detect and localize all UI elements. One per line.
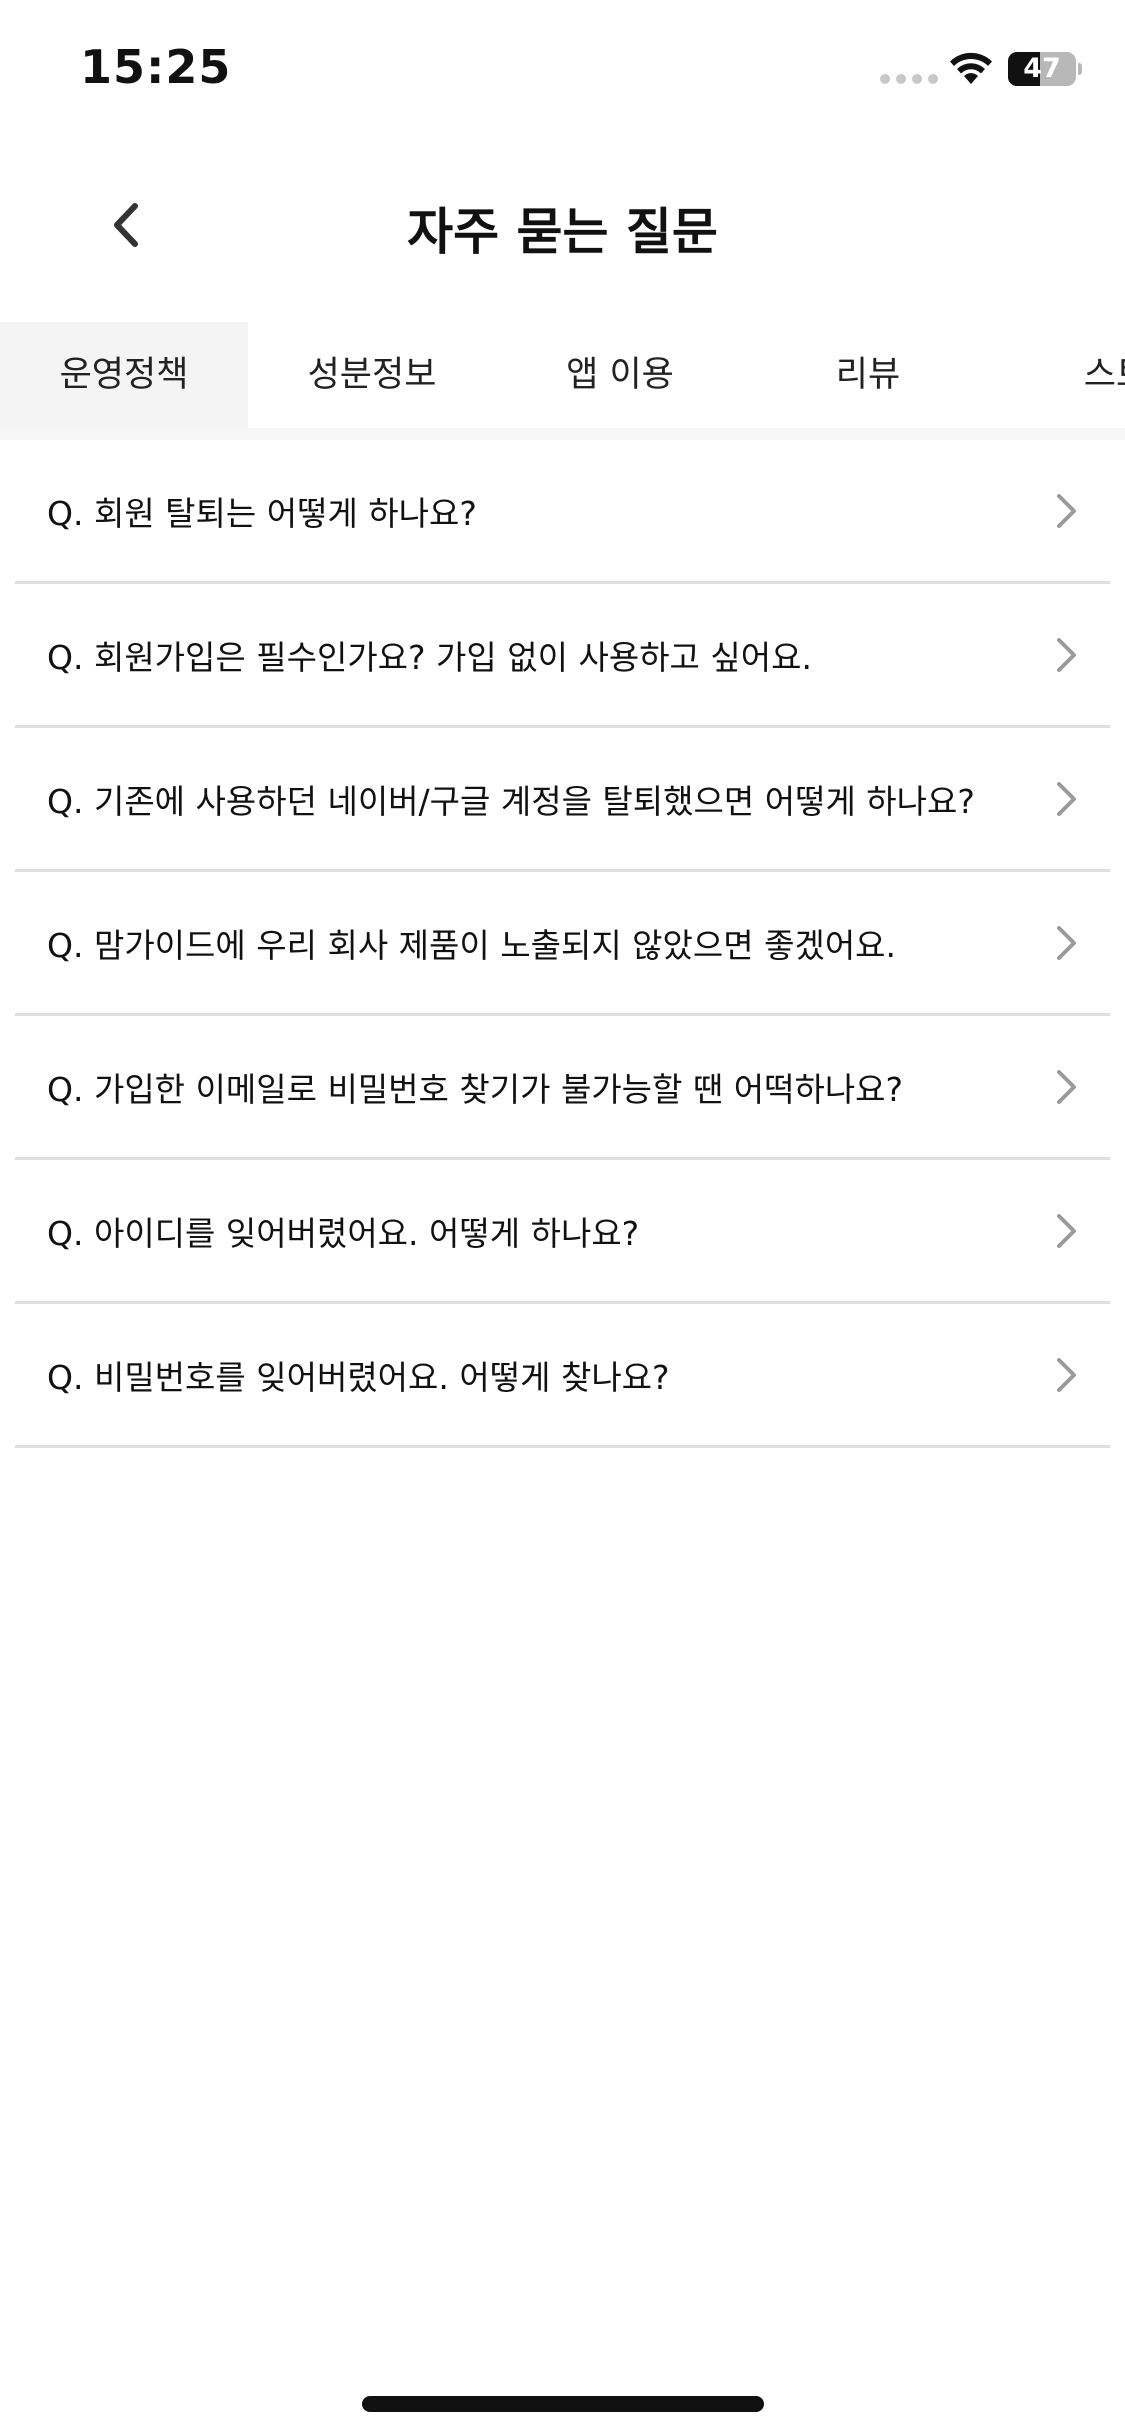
page-title: 자주 묻는 질문	[407, 203, 718, 261]
status-bar: 15:25 47	[0, 0, 1125, 140]
tab-2[interactable]: 앱 이용	[496, 322, 744, 428]
cellular-signal-icon	[880, 74, 938, 84]
faq-item[interactable]: Q. 맘가이드에 우리 회사 제품이 노출되지 않았으면 좋겠어요.	[15, 872, 1110, 1016]
faq-question: Q. 맘가이드에 우리 회사 제품이 노출되지 않았으면 좋겠어요.	[47, 925, 897, 965]
tab-1[interactable]: 성분정보	[248, 322, 496, 428]
faq-question: Q. 회원가입은 필수인가요? 가입 없이 사용하고 싶어요.	[47, 637, 812, 677]
chevron-right-icon	[1057, 1357, 1076, 1392]
faq-question: Q. 비밀번호를 잊어버렸어요. 어떻게 찾나요?	[47, 1357, 670, 1397]
battery-level: 47	[1023, 53, 1061, 84]
faq-list: Q. 회원 탈퇴는 어떻게 하나요? Q. 회원가입은 필수인가요? 가입 없이 …	[15, 440, 1110, 1448]
chevron-right-icon	[1057, 493, 1076, 528]
chevron-right-icon	[1057, 1069, 1076, 1104]
chevron-right-icon	[1057, 925, 1076, 960]
tab-0[interactable]: 운영정책	[0, 322, 248, 428]
header: 자주 묻는 질문	[0, 170, 1125, 280]
category-tabs: 운영정책성분정보앱 이용리뷰스토	[0, 322, 1125, 428]
chevron-right-icon	[1057, 1213, 1076, 1248]
wifi-icon	[950, 52, 992, 84]
battery-icon: 47	[1008, 52, 1082, 86]
faq-item[interactable]: Q. 회원가입은 필수인가요? 가입 없이 사용하고 싶어요.	[15, 584, 1110, 728]
faq-item[interactable]: Q. 기존에 사용하던 네이버/구글 계정을 탈퇴했으면 어떻게 하나요?	[15, 728, 1110, 872]
chevron-right-icon	[1057, 637, 1076, 672]
faq-question: Q. 아이디를 잊어버렸어요. 어떻게 하나요?	[47, 1213, 640, 1253]
faq-item[interactable]: Q. 아이디를 잊어버렸어요. 어떻게 하나요?	[15, 1160, 1110, 1304]
faq-item[interactable]: Q. 회원 탈퇴는 어떻게 하나요?	[15, 440, 1110, 584]
chevron-right-icon	[1057, 781, 1076, 816]
faq-question: Q. 가입한 이메일로 비밀번호 찾기가 불가능할 땐 어떡하나요?	[47, 1069, 904, 1109]
tabs-divider	[0, 428, 1125, 440]
faq-screen: 15:25 47 자주 묻는 질문 운영정책성분정보앱 이용리뷰스토 Q. 회원	[0, 0, 1125, 2436]
faq-question: Q. 기존에 사용하던 네이버/구글 계정을 탈퇴했으면 어떻게 하나요?	[47, 781, 975, 821]
tab-4[interactable]: 스토	[992, 322, 1125, 428]
faq-question: Q. 회원 탈퇴는 어떻게 하나요?	[47, 493, 477, 533]
status-time: 15:25	[80, 40, 232, 94]
faq-item[interactable]: Q. 비밀번호를 잊어버렸어요. 어떻게 찾나요?	[15, 1304, 1110, 1448]
home-indicator[interactable]	[362, 2396, 764, 2412]
faq-item[interactable]: Q. 가입한 이메일로 비밀번호 찾기가 불가능할 땐 어떡하나요?	[15, 1016, 1110, 1160]
tab-3[interactable]: 리뷰	[744, 322, 992, 428]
